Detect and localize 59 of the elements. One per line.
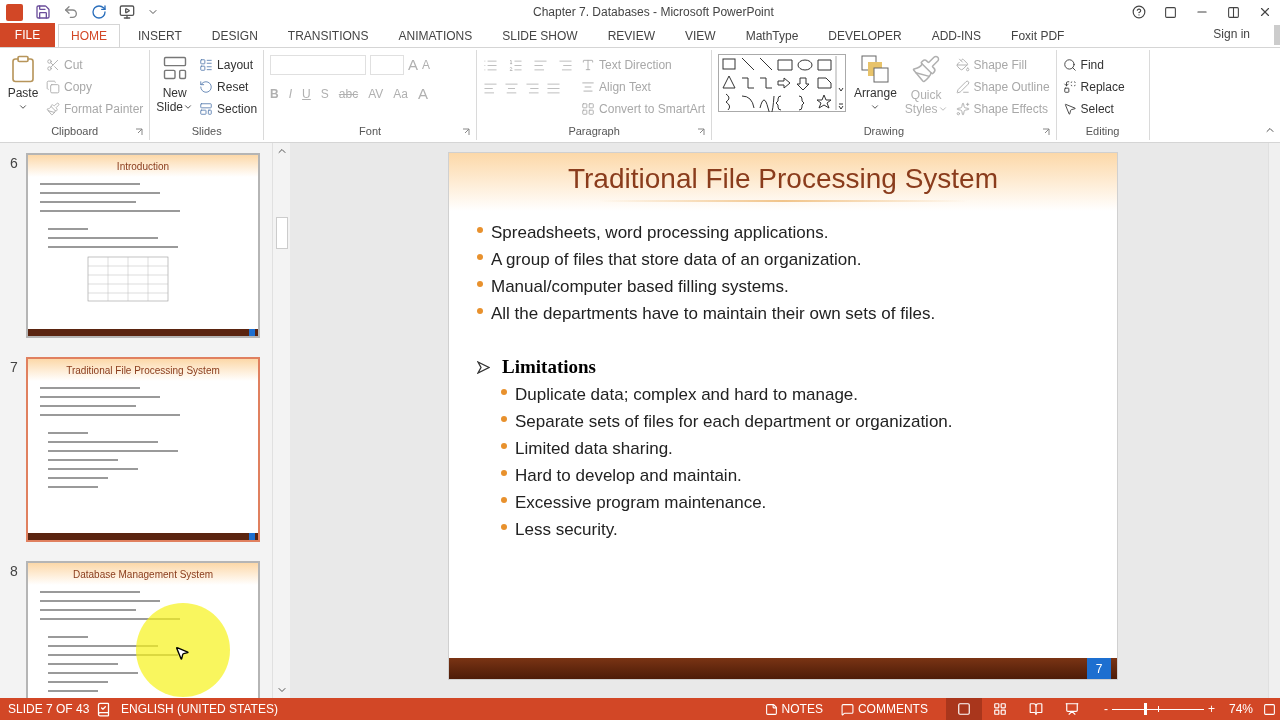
slide-bullet-text: A group of files that store data of an organization. — [491, 249, 862, 271]
ribbon-tab[interactable]: Foxit PDF — [999, 24, 1077, 47]
group-label: Font — [359, 123, 382, 139]
ribbon-tab[interactable]: TRANSITIONS — [275, 24, 381, 47]
group-label: Clipboard — [51, 123, 99, 139]
zoom-out-button[interactable]: - — [1103, 700, 1108, 718]
slide-bullet-text: Spreadsheets, word processing applications. — [491, 222, 829, 244]
arrange-button[interactable]: Arrange — [854, 54, 897, 120]
ribbon-tab[interactable]: DESIGN — [199, 24, 270, 47]
ribbon-tab[interactable]: ANIMATIONS — [386, 24, 485, 47]
editing-button[interactable]: Replace — [1062, 76, 1143, 98]
slide-bullet-text: Limited data sharing. — [515, 438, 673, 460]
slide-thumbnail[interactable]: Introduction — [26, 153, 260, 338]
thumbnail-title: Database Management System — [72, 567, 214, 582]
slide-bullet-text: Less security. — [515, 519, 618, 541]
comments-button[interactable]: COMMENTS — [840, 700, 928, 718]
thumbnail-title: Introduction — [116, 159, 170, 174]
thumbnail-title: Traditional File Processing System — [66, 363, 220, 378]
ribbon-tab[interactable]: VIEW — [672, 24, 728, 47]
language-text[interactable]: ENGLISH (UNITED STATES) — [121, 700, 278, 718]
slide-bullet-text: Duplicate data; complex and hard to manage. — [515, 384, 859, 406]
slides-button[interactable]: Layout — [199, 54, 258, 76]
ribbon-tab[interactable]: REVIEW — [595, 24, 667, 47]
zoom-in-button[interactable]: + — [1207, 700, 1215, 718]
page-number: 7 — [1087, 658, 1111, 679]
slide-bullet-text: All the departments have to maintain their own sets of files. — [491, 303, 936, 325]
slide-number: 6 — [10, 154, 18, 173]
slide-bullet-text: Excessive program maintenance. — [515, 492, 767, 514]
editing-button[interactable]: Select — [1062, 98, 1143, 120]
notes-button[interactable]: NOTES — [764, 700, 823, 718]
file-tab[interactable]: FILE — [0, 23, 55, 47]
sign-in-link[interactable]: Sign in — [1213, 25, 1250, 43]
slide-bullet-text: Hard to develop and maintain. — [515, 465, 742, 487]
group-label: Slides — [191, 123, 222, 139]
slide-thumbnail[interactable]: Database Management System — [26, 561, 260, 698]
zoom-percent[interactable]: 74% — [1228, 700, 1253, 718]
slide-number: 8 — [10, 562, 18, 581]
ribbon-tab[interactable]: SLIDE SHOW — [490, 24, 590, 47]
ribbon-tab[interactable]: DEVELOPER — [816, 24, 914, 47]
slide-title: Traditional File Processing System — [568, 162, 998, 196]
ribbon-tab[interactable]: INSERT — [126, 24, 194, 47]
ribbon-tab[interactable]: HOME — [58, 24, 120, 47]
new-slide-button[interactable]: New Slide — [156, 54, 194, 120]
ribbon-tab[interactable]: MathType — [733, 24, 811, 47]
ribbon-tab[interactable]: ADD-INS — [919, 24, 994, 47]
slide-heading: Limitations — [502, 355, 596, 379]
group-label: Drawing — [863, 123, 904, 139]
slide-number: 7 — [10, 358, 18, 377]
group-label: Paragraph — [568, 123, 620, 139]
slides-button[interactable]: Reset — [199, 76, 258, 98]
slides-button[interactable]: Section — [199, 98, 258, 120]
window-title: Chapter 7. Databases - Microsoft PowerPoint — [533, 4, 774, 21]
slide-thumbnail[interactable]: Traditional File Processing System — [26, 357, 260, 542]
slide-bullet-text: Manual/computer based filling systems. — [491, 276, 789, 298]
group-label: Editing — [1085, 123, 1120, 139]
paste-button[interactable]: Paste — [6, 54, 40, 120]
slide-count-text: SLIDE 7 OF 43 — [7, 701, 91, 718]
slide-bullet-text: Separate sets of files for each department or organization. — [515, 411, 953, 433]
editing-button[interactable]: Find — [1062, 54, 1143, 76]
